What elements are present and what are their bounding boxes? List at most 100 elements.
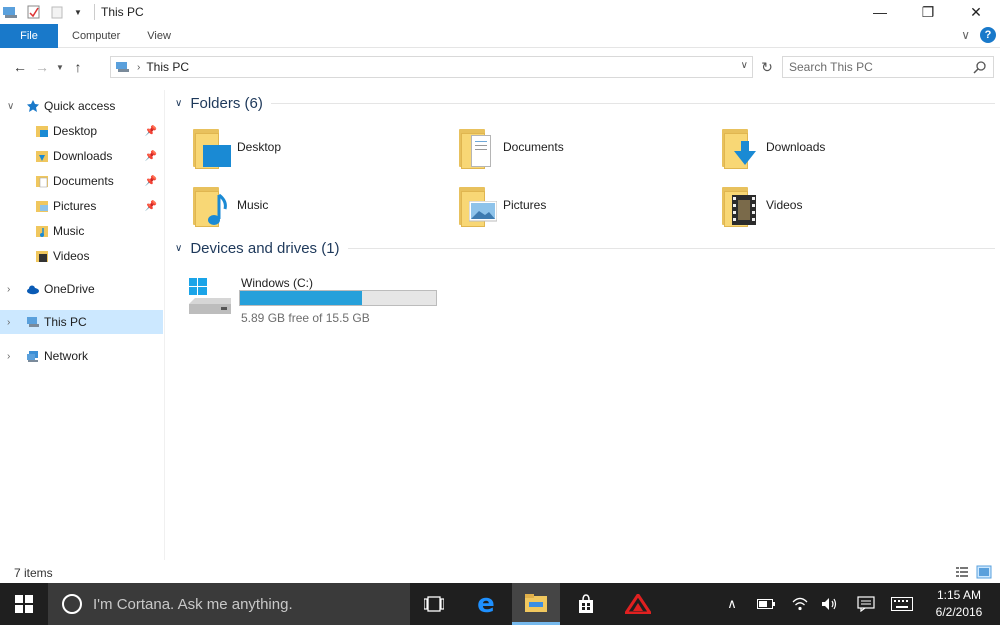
- collapsed-chevron-icon[interactable]: ›: [7, 317, 10, 328]
- address-bar[interactable]: › This PC ∨: [110, 56, 753, 78]
- pictures-folder-icon: [457, 183, 497, 227]
- red-triangle-app-icon: [625, 594, 651, 614]
- group-divider: [347, 248, 995, 249]
- cortana-icon: [62, 594, 82, 614]
- battery-icon[interactable]: [750, 583, 782, 625]
- file-explorer-app-button[interactable]: [512, 583, 560, 625]
- action-center-icon[interactable]: [850, 583, 882, 625]
- address-dropdown-chevron-icon[interactable]: ∨: [741, 60, 748, 71]
- folder-tile-downloads[interactable]: Downloads: [720, 122, 825, 172]
- nav-onedrive[interactable]: › OneDrive: [0, 277, 163, 301]
- cloud-icon: [27, 285, 39, 295]
- nav-item-desktop[interactable]: Desktop 📌: [0, 119, 163, 143]
- this-pc-address-icon: [116, 62, 129, 72]
- clock-time: 1:15 AM: [936, 588, 982, 602]
- details-view-icon[interactable]: [954, 564, 970, 580]
- pin-icon[interactable]: 📌: [145, 201, 157, 212]
- nav-item-label: Pictures: [53, 199, 97, 213]
- hard-drive-icon: [189, 278, 231, 314]
- pinned-app-button[interactable]: [614, 583, 662, 625]
- start-button[interactable]: [0, 583, 48, 625]
- touch-keyboard-icon[interactable]: [886, 583, 918, 625]
- forward-arrow-icon[interactable]: →: [31, 56, 53, 78]
- desktop-folder-icon: [36, 126, 48, 137]
- nav-onedrive-label: OneDrive: [44, 282, 95, 296]
- navigation-pane: ∨ Quick access Desktop 📌 Downloads 📌 Doc…: [0, 90, 165, 560]
- group-collapse-chevron-icon[interactable]: ∨: [175, 98, 182, 109]
- folder-tile-documents[interactable]: Documents: [457, 122, 564, 172]
- nav-item-documents[interactable]: Documents 📌: [0, 169, 163, 193]
- nav-item-pictures[interactable]: Pictures 📌: [0, 194, 163, 218]
- recent-locations-chevron-icon[interactable]: ▼: [53, 56, 67, 78]
- windows-logo-icon: [15, 595, 33, 613]
- tab-view[interactable]: View: [134, 24, 184, 48]
- nav-network-label: Network: [44, 349, 89, 363]
- expanded-chevron-icon[interactable]: ∨: [7, 101, 14, 112]
- documents-folder-icon: [457, 125, 497, 169]
- collapsed-chevron-icon[interactable]: ›: [7, 284, 10, 295]
- cortana-search-box[interactable]: I'm Cortana. Ask me anything.: [48, 583, 410, 625]
- nav-quick-access[interactable]: ∨ Quick access: [0, 94, 163, 118]
- help-icon[interactable]: ?: [980, 27, 996, 43]
- new-folder-icon[interactable]: [50, 4, 66, 20]
- wifi-icon[interactable]: [784, 583, 816, 625]
- folder-tile-desktop[interactable]: Desktop: [191, 122, 281, 172]
- folders-group-header[interactable]: ∨ Folders (6): [175, 95, 995, 112]
- task-view-button[interactable]: [410, 583, 458, 625]
- nav-item-label: Videos: [53, 249, 90, 263]
- nav-network[interactable]: › Network: [0, 344, 163, 368]
- expand-ribbon-chevron-icon[interactable]: ∨: [961, 28, 970, 42]
- nav-item-videos[interactable]: Videos: [0, 244, 163, 268]
- devices-group-header[interactable]: ∨ Devices and drives (1): [175, 240, 995, 257]
- collapsed-chevron-icon[interactable]: ›: [7, 351, 10, 362]
- tab-computer[interactable]: Computer: [58, 24, 134, 48]
- folder-name: Music: [237, 198, 269, 212]
- folder-name: Desktop: [237, 140, 282, 154]
- up-arrow-icon[interactable]: ↑: [67, 56, 89, 78]
- show-hidden-icons-chevron-icon[interactable]: ∧: [716, 583, 748, 625]
- store-app-button[interactable]: [562, 583, 610, 625]
- minimize-button[interactable]: —: [856, 0, 904, 24]
- edge-app-button[interactable]: e: [462, 583, 510, 625]
- nav-item-label: Documents: [53, 174, 114, 188]
- nav-item-music[interactable]: Music: [0, 219, 163, 243]
- nav-this-pc[interactable]: › This PC: [0, 310, 163, 334]
- pin-icon[interactable]: 📌: [145, 151, 157, 162]
- folder-name: Documents: [503, 140, 564, 154]
- breadcrumb-this-pc[interactable]: This PC: [146, 60, 189, 74]
- breadcrumb-separator-icon[interactable]: ›: [137, 62, 140, 73]
- folder-name: Downloads: [766, 140, 826, 154]
- tab-file[interactable]: File: [0, 23, 58, 48]
- folder-tile-videos[interactable]: Videos: [720, 180, 802, 230]
- properties-icon[interactable]: [26, 4, 42, 20]
- taskbar-clock[interactable]: 1:15 AM 6/2/2016: [920, 587, 998, 621]
- nav-item-downloads[interactable]: Downloads 📌: [0, 144, 163, 168]
- close-button[interactable]: ✕: [952, 0, 1000, 24]
- task-view-icon: [424, 596, 444, 612]
- search-placeholder: Search This PC: [789, 60, 873, 74]
- maximize-button[interactable]: ❐: [904, 0, 952, 24]
- search-icon[interactable]: [973, 60, 987, 74]
- search-input[interactable]: Search This PC: [782, 56, 994, 78]
- drive-usage-bar: [239, 290, 437, 306]
- folder-tile-music[interactable]: Music: [191, 180, 268, 230]
- nav-item-label: Downloads: [53, 149, 113, 163]
- desktop-folder-icon: [191, 125, 231, 169]
- refresh-icon[interactable]: ↻: [756, 56, 778, 78]
- folder-tile-pictures[interactable]: Pictures: [457, 180, 546, 230]
- large-icons-view-icon[interactable]: [976, 564, 992, 580]
- customize-qat-chevron-icon[interactable]: ▼: [74, 4, 84, 20]
- nav-this-pc-label: This PC: [44, 315, 87, 329]
- back-arrow-icon[interactable]: ←: [9, 56, 31, 78]
- folder-name: Videos: [766, 198, 803, 212]
- pin-icon[interactable]: 📌: [145, 126, 157, 137]
- group-collapse-chevron-icon[interactable]: ∨: [175, 243, 182, 254]
- drive-tile-c[interactable]: Windows (C:) 5.89 GB free of 15.5 GB: [187, 276, 447, 325]
- this-pc-small-icon[interactable]: [2, 4, 18, 20]
- content-pane: ∨ Folders (6) Desktop Documents Download…: [165, 90, 1000, 560]
- status-bar: 7 items: [0, 562, 1000, 583]
- nav-item-label: Music: [53, 224, 85, 238]
- pin-icon[interactable]: 📌: [145, 176, 157, 187]
- downloads-folder-icon: [720, 125, 760, 169]
- volume-icon[interactable]: [814, 583, 846, 625]
